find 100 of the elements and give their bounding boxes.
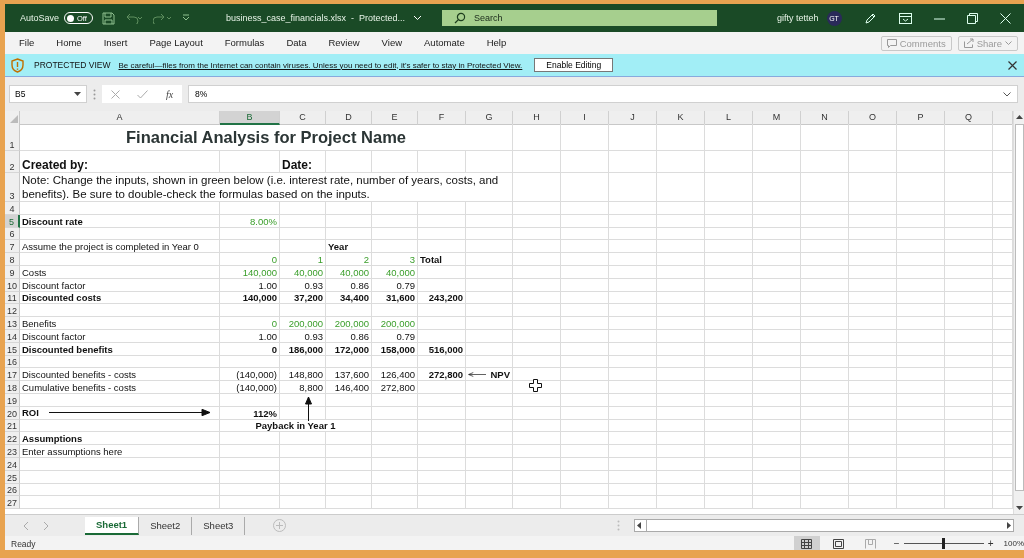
page-break-icon: [865, 538, 877, 549]
table-cell: 40,000: [293, 266, 323, 278]
column-header[interactable]: F: [418, 111, 466, 125]
user-name: gifty tetteh: [777, 13, 819, 23]
redo-icon[interactable]: [152, 12, 173, 24]
save-icon[interactable]: [101, 11, 115, 25]
table-cell: 126,400: [380, 369, 415, 381]
scroll-down-icon[interactable]: [1014, 503, 1024, 512]
ribbon-tab[interactable]: Help: [486, 33, 507, 53]
column-header[interactable]: P: [897, 111, 945, 125]
row-header[interactable]: 27: [5, 496, 20, 510]
column-header[interactable]: G: [466, 111, 513, 125]
table-cell: Date:: [282, 158, 312, 172]
zoom-out-button[interactable]: −: [893, 538, 900, 549]
scroll-right-icon[interactable]: [1004, 521, 1013, 530]
table-cell: 200,000: [334, 317, 369, 329]
ribbon-tab[interactable]: Home: [56, 33, 82, 53]
warning-link[interactable]: Be careful—files from the Internet can contain viruses. Unless you need to edit, it's safer to stay in Protected View.: [118, 60, 523, 70]
scroll-left-icon[interactable]: [635, 521, 644, 530]
column-header[interactable]: N: [801, 111, 849, 125]
table-cell: 112%: [253, 407, 277, 419]
table-cell: 140,000: [242, 266, 277, 278]
vertical-scrollbar[interactable]: [1013, 111, 1024, 514]
column-header[interactable]: D: [326, 111, 372, 125]
ribbon-tab[interactable]: Insert: [103, 33, 128, 53]
column-header[interactable]: I: [561, 111, 609, 125]
ribbon-tab[interactable]: Review: [328, 33, 360, 53]
customize-caret-icon[interactable]: [181, 14, 190, 22]
ribbon-tab[interactable]: Page Layout: [149, 33, 203, 53]
search-field[interactable]: Search: [442, 10, 717, 26]
table-cell: 516,000: [428, 343, 463, 355]
table-cell: Enter assumptions here: [22, 445, 123, 457]
pen-icon[interactable]: [863, 11, 877, 25]
caret-icon: [1005, 40, 1012, 46]
shield-icon: [10, 57, 25, 73]
close-icon[interactable]: [1008, 60, 1017, 70]
table-cell: 0.93: [304, 279, 323, 291]
ribbon-display-icon[interactable]: [898, 12, 912, 24]
horizontal-scrollbar[interactable]: [634, 519, 1014, 532]
column-header[interactable]: M: [753, 111, 801, 125]
row-header[interactable]: 18: [5, 381, 20, 394]
row-header[interactable]: 13: [5, 317, 20, 330]
sheet-tab[interactable]: Sheet1: [85, 516, 140, 535]
row-header[interactable]: 4: [5, 202, 20, 215]
table-cell: Discount factor: [22, 330, 86, 342]
zoom-in-button[interactable]: +: [987, 538, 994, 549]
column-header[interactable]: A: [20, 111, 220, 125]
row-header[interactable]: 22: [5, 432, 20, 446]
row-header[interactable]: 12: [5, 304, 20, 318]
restore-icon[interactable]: [966, 12, 978, 24]
table-cell: (140,000): [236, 381, 277, 393]
row-header[interactable]: 7: [5, 240, 20, 254]
table-cell: 272,800: [428, 369, 463, 381]
left-arrow-icon: [468, 370, 487, 378]
row-header[interactable]: 17: [5, 368, 20, 382]
row-header[interactable]: 23: [5, 445, 20, 458]
row-header[interactable]: 3: [5, 173, 20, 202]
ribbon-tab[interactable]: Formulas: [224, 33, 265, 53]
column-header[interactable]: K: [657, 111, 705, 125]
ribbon-tab[interactable]: File: [19, 33, 35, 53]
ribbon-tab[interactable]: View: [381, 33, 403, 53]
column-header[interactable]: B: [220, 111, 280, 125]
row-header[interactable]: 1: [5, 124, 20, 151]
check-icon[interactable]: [137, 89, 149, 99]
column-header[interactable]: J: [609, 111, 657, 125]
normal-view-button[interactable]: [793, 536, 820, 550]
column-header[interactable]: L: [705, 111, 753, 125]
name-box[interactable]: B5: [9, 85, 87, 103]
ribbon-tab[interactable]: Automate: [424, 33, 465, 53]
column-header[interactable]: C: [280, 111, 326, 125]
insert-function-button[interactable]: fx: [166, 88, 174, 100]
table-cell: Cumulative benefits - costs: [22, 381, 137, 393]
column-header[interactable]: Q: [945, 111, 993, 125]
table-cell: 0.79: [396, 279, 415, 291]
expand-icon[interactable]: [1003, 91, 1011, 97]
zoom-slider-thumb[interactable]: [942, 538, 946, 549]
chevron-icon[interactable]: [413, 15, 422, 21]
table-cell: Created by:: [22, 158, 89, 172]
table-cell: 140,000: [242, 292, 277, 304]
search-input[interactable]: Search: [474, 13, 674, 23]
row-header[interactable]: 8: [5, 253, 20, 266]
scroll-up-icon[interactable]: [1014, 113, 1024, 122]
ribbon-tab[interactable]: Data: [286, 33, 307, 53]
share-icon: [963, 38, 974, 48]
zoom-level: 100%: [1003, 539, 1024, 548]
status-text: Ready: [11, 538, 36, 549]
search-icon: [454, 12, 466, 24]
column-header[interactable]: O: [849, 111, 897, 125]
table-cell: 0.93: [304, 330, 323, 342]
enable-editing-button[interactable]: Enable Editing: [534, 58, 614, 72]
table-cell: 1.00: [258, 330, 277, 342]
comment-icon: [886, 38, 897, 48]
sheet-tab[interactable]: Sheet2: [139, 516, 193, 535]
sheet-tab[interactable]: Sheet3: [192, 516, 246, 535]
column-header[interactable]: E: [372, 111, 418, 125]
row-header[interactable]: 2: [5, 151, 20, 173]
table-cell: Discount rate: [22, 215, 83, 227]
formula-field[interactable]: 8%: [188, 85, 1018, 103]
column-header[interactable]: H: [513, 111, 561, 125]
table-cell: 3: [409, 254, 415, 265]
